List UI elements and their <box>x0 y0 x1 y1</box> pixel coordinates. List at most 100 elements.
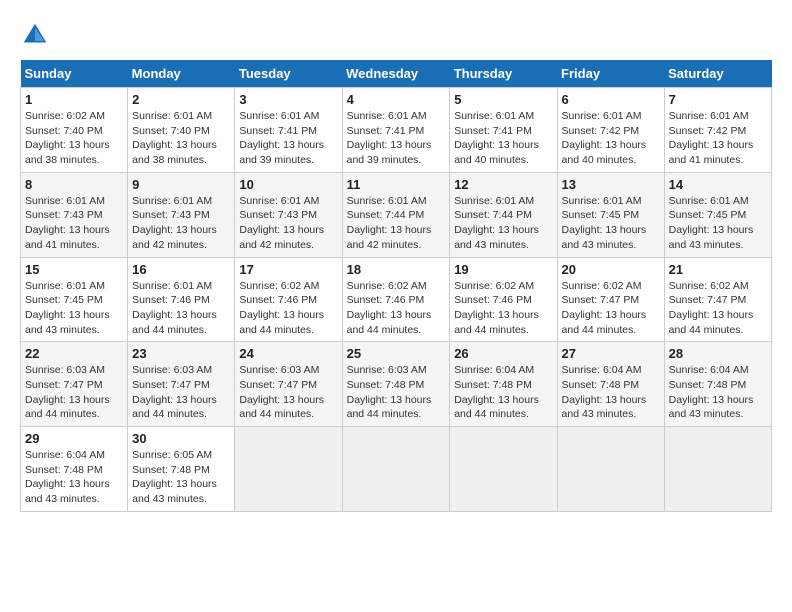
calendar-day: 27 Sunrise: 6:04 AM Sunset: 7:48 PM Dayl… <box>557 342 664 427</box>
weekday-header-sunday: Sunday <box>21 60 128 88</box>
day-number: 6 <box>562 92 660 107</box>
day-info: Sunrise: 6:01 AM Sunset: 7:45 PM Dayligh… <box>562 194 660 253</box>
day-info: Sunrise: 6:01 AM Sunset: 7:41 PM Dayligh… <box>454 109 552 168</box>
day-number: 30 <box>132 431 230 446</box>
calendar-day <box>450 427 557 512</box>
day-number: 25 <box>347 346 446 361</box>
day-number: 21 <box>669 262 767 277</box>
day-info: Sunrise: 6:01 AM Sunset: 7:45 PM Dayligh… <box>25 279 123 338</box>
calendar-day: 4 Sunrise: 6:01 AM Sunset: 7:41 PM Dayli… <box>342 88 450 173</box>
day-info: Sunrise: 6:01 AM Sunset: 7:46 PM Dayligh… <box>132 279 230 338</box>
day-info: Sunrise: 6:03 AM Sunset: 7:48 PM Dayligh… <box>347 363 446 422</box>
day-info: Sunrise: 6:01 AM Sunset: 7:44 PM Dayligh… <box>347 194 446 253</box>
day-info: Sunrise: 6:04 AM Sunset: 7:48 PM Dayligh… <box>454 363 552 422</box>
calendar-table: SundayMondayTuesdayWednesdayThursdayFrid… <box>20 60 772 512</box>
day-info: Sunrise: 6:05 AM Sunset: 7:48 PM Dayligh… <box>132 448 230 507</box>
day-number: 19 <box>454 262 552 277</box>
day-number: 11 <box>347 177 446 192</box>
calendar-day: 13 Sunrise: 6:01 AM Sunset: 7:45 PM Dayl… <box>557 172 664 257</box>
calendar-day: 2 Sunrise: 6:01 AM Sunset: 7:40 PM Dayli… <box>128 88 235 173</box>
day-number: 14 <box>669 177 767 192</box>
calendar-day <box>664 427 771 512</box>
day-number: 26 <box>454 346 552 361</box>
calendar-day: 28 Sunrise: 6:04 AM Sunset: 7:48 PM Dayl… <box>664 342 771 427</box>
day-info: Sunrise: 6:01 AM Sunset: 7:40 PM Dayligh… <box>132 109 230 168</box>
day-info: Sunrise: 6:03 AM Sunset: 7:47 PM Dayligh… <box>239 363 337 422</box>
day-number: 18 <box>347 262 446 277</box>
day-info: Sunrise: 6:02 AM Sunset: 7:46 PM Dayligh… <box>347 279 446 338</box>
calendar-day: 3 Sunrise: 6:01 AM Sunset: 7:41 PM Dayli… <box>235 88 342 173</box>
day-number: 3 <box>239 92 337 107</box>
calendar-day: 14 Sunrise: 6:01 AM Sunset: 7:45 PM Dayl… <box>664 172 771 257</box>
day-info: Sunrise: 6:04 AM Sunset: 7:48 PM Dayligh… <box>669 363 767 422</box>
calendar-day: 6 Sunrise: 6:01 AM Sunset: 7:42 PM Dayli… <box>557 88 664 173</box>
day-number: 23 <box>132 346 230 361</box>
calendar-week-3: 15 Sunrise: 6:01 AM Sunset: 7:45 PM Dayl… <box>21 257 772 342</box>
calendar-day <box>235 427 342 512</box>
calendar-day: 10 Sunrise: 6:01 AM Sunset: 7:43 PM Dayl… <box>235 172 342 257</box>
logo-icon <box>20 20 50 50</box>
calendar-day: 25 Sunrise: 6:03 AM Sunset: 7:48 PM Dayl… <box>342 342 450 427</box>
calendar-day: 21 Sunrise: 6:02 AM Sunset: 7:47 PM Dayl… <box>664 257 771 342</box>
weekday-header-thursday: Thursday <box>450 60 557 88</box>
day-number: 10 <box>239 177 337 192</box>
calendar-header-row: SundayMondayTuesdayWednesdayThursdayFrid… <box>21 60 772 88</box>
day-number: 13 <box>562 177 660 192</box>
calendar-day: 8 Sunrise: 6:01 AM Sunset: 7:43 PM Dayli… <box>21 172 128 257</box>
weekday-header-saturday: Saturday <box>664 60 771 88</box>
day-number: 22 <box>25 346 123 361</box>
page-header <box>20 20 772 50</box>
day-number: 27 <box>562 346 660 361</box>
logo <box>20 20 54 50</box>
calendar-day: 9 Sunrise: 6:01 AM Sunset: 7:43 PM Dayli… <box>128 172 235 257</box>
day-number: 4 <box>347 92 446 107</box>
calendar-day: 23 Sunrise: 6:03 AM Sunset: 7:47 PM Dayl… <box>128 342 235 427</box>
calendar-day: 26 Sunrise: 6:04 AM Sunset: 7:48 PM Dayl… <box>450 342 557 427</box>
day-info: Sunrise: 6:01 AM Sunset: 7:43 PM Dayligh… <box>25 194 123 253</box>
calendar-week-1: 1 Sunrise: 6:02 AM Sunset: 7:40 PM Dayli… <box>21 88 772 173</box>
calendar-day: 7 Sunrise: 6:01 AM Sunset: 7:42 PM Dayli… <box>664 88 771 173</box>
calendar-day: 15 Sunrise: 6:01 AM Sunset: 7:45 PM Dayl… <box>21 257 128 342</box>
calendar-day: 16 Sunrise: 6:01 AM Sunset: 7:46 PM Dayl… <box>128 257 235 342</box>
calendar-day: 5 Sunrise: 6:01 AM Sunset: 7:41 PM Dayli… <box>450 88 557 173</box>
day-number: 9 <box>132 177 230 192</box>
calendar-week-2: 8 Sunrise: 6:01 AM Sunset: 7:43 PM Dayli… <box>21 172 772 257</box>
day-info: Sunrise: 6:03 AM Sunset: 7:47 PM Dayligh… <box>132 363 230 422</box>
day-number: 2 <box>132 92 230 107</box>
day-info: Sunrise: 6:01 AM Sunset: 7:43 PM Dayligh… <box>132 194 230 253</box>
day-number: 29 <box>25 431 123 446</box>
calendar-day: 18 Sunrise: 6:02 AM Sunset: 7:46 PM Dayl… <box>342 257 450 342</box>
day-number: 16 <box>132 262 230 277</box>
day-number: 1 <box>25 92 123 107</box>
day-number: 15 <box>25 262 123 277</box>
calendar-day: 1 Sunrise: 6:02 AM Sunset: 7:40 PM Dayli… <box>21 88 128 173</box>
calendar-day: 30 Sunrise: 6:05 AM Sunset: 7:48 PM Dayl… <box>128 427 235 512</box>
weekday-header-monday: Monday <box>128 60 235 88</box>
calendar-day: 22 Sunrise: 6:03 AM Sunset: 7:47 PM Dayl… <box>21 342 128 427</box>
calendar-day: 11 Sunrise: 6:01 AM Sunset: 7:44 PM Dayl… <box>342 172 450 257</box>
calendar-week-5: 29 Sunrise: 6:04 AM Sunset: 7:48 PM Dayl… <box>21 427 772 512</box>
calendar-day <box>557 427 664 512</box>
calendar-day: 17 Sunrise: 6:02 AM Sunset: 7:46 PM Dayl… <box>235 257 342 342</box>
day-info: Sunrise: 6:01 AM Sunset: 7:42 PM Dayligh… <box>669 109 767 168</box>
day-info: Sunrise: 6:02 AM Sunset: 7:47 PM Dayligh… <box>562 279 660 338</box>
day-number: 12 <box>454 177 552 192</box>
day-info: Sunrise: 6:01 AM Sunset: 7:45 PM Dayligh… <box>669 194 767 253</box>
day-info: Sunrise: 6:02 AM Sunset: 7:47 PM Dayligh… <box>669 279 767 338</box>
calendar-day: 24 Sunrise: 6:03 AM Sunset: 7:47 PM Dayl… <box>235 342 342 427</box>
day-number: 20 <box>562 262 660 277</box>
day-info: Sunrise: 6:03 AM Sunset: 7:47 PM Dayligh… <box>25 363 123 422</box>
day-info: Sunrise: 6:01 AM Sunset: 7:42 PM Dayligh… <box>562 109 660 168</box>
calendar-day: 29 Sunrise: 6:04 AM Sunset: 7:48 PM Dayl… <box>21 427 128 512</box>
day-info: Sunrise: 6:04 AM Sunset: 7:48 PM Dayligh… <box>562 363 660 422</box>
calendar-week-4: 22 Sunrise: 6:03 AM Sunset: 7:47 PM Dayl… <box>21 342 772 427</box>
weekday-header-tuesday: Tuesday <box>235 60 342 88</box>
day-number: 8 <box>25 177 123 192</box>
day-info: Sunrise: 6:01 AM Sunset: 7:43 PM Dayligh… <box>239 194 337 253</box>
weekday-header-wednesday: Wednesday <box>342 60 450 88</box>
day-info: Sunrise: 6:02 AM Sunset: 7:40 PM Dayligh… <box>25 109 123 168</box>
calendar-day: 20 Sunrise: 6:02 AM Sunset: 7:47 PM Dayl… <box>557 257 664 342</box>
day-info: Sunrise: 6:01 AM Sunset: 7:41 PM Dayligh… <box>347 109 446 168</box>
day-info: Sunrise: 6:02 AM Sunset: 7:46 PM Dayligh… <box>454 279 552 338</box>
day-number: 7 <box>669 92 767 107</box>
